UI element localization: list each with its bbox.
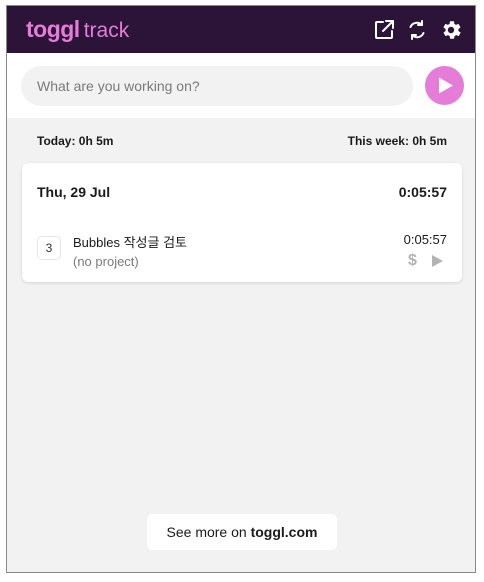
open-external-icon[interactable] <box>372 18 396 42</box>
timer-bar <box>7 53 475 118</box>
app-header: toggl track <box>7 6 475 53</box>
today-total: Today: 0h 5m <box>37 134 114 148</box>
start-timer-button[interactable] <box>425 66 464 105</box>
entry-project[interactable]: (no project) <box>73 254 139 269</box>
day-date: Thu, 29 Jul <box>37 184 111 200</box>
day-total-duration: 0:05:57 <box>398 184 447 200</box>
toggl-popup-window: toggl track What are you working on? Tod… <box>6 5 476 573</box>
logo-toggl-text: toggl <box>26 16 80 42</box>
toggl-track-logo: toggl track <box>26 16 129 44</box>
see-more-prefix: See more on <box>166 524 251 540</box>
description-input[interactable] <box>21 66 413 106</box>
see-more-button[interactable]: See more on toggl.com <box>147 514 337 550</box>
dollar-icon[interactable]: $ <box>408 252 417 270</box>
week-total: This week: 0h 5m <box>347 134 447 148</box>
play-icon <box>439 77 453 94</box>
entry-group-count-badge[interactable]: 3 <box>37 236 61 260</box>
gear-icon[interactable] <box>439 18 463 42</box>
entry-duration[interactable]: 0:05:57 <box>404 232 447 247</box>
sync-icon[interactable] <box>405 18 429 42</box>
entry-description[interactable]: Bubbles 작성글 검토 <box>73 232 187 251</box>
play-icon[interactable] <box>430 254 444 268</box>
day-group-card: Thu, 29 Jul 0:05:57 3 Bubbles 작성글 검토 (no… <box>22 163 462 282</box>
logo-track-text: track <box>83 19 130 42</box>
see-more-link: toggl.com <box>250 524 318 540</box>
